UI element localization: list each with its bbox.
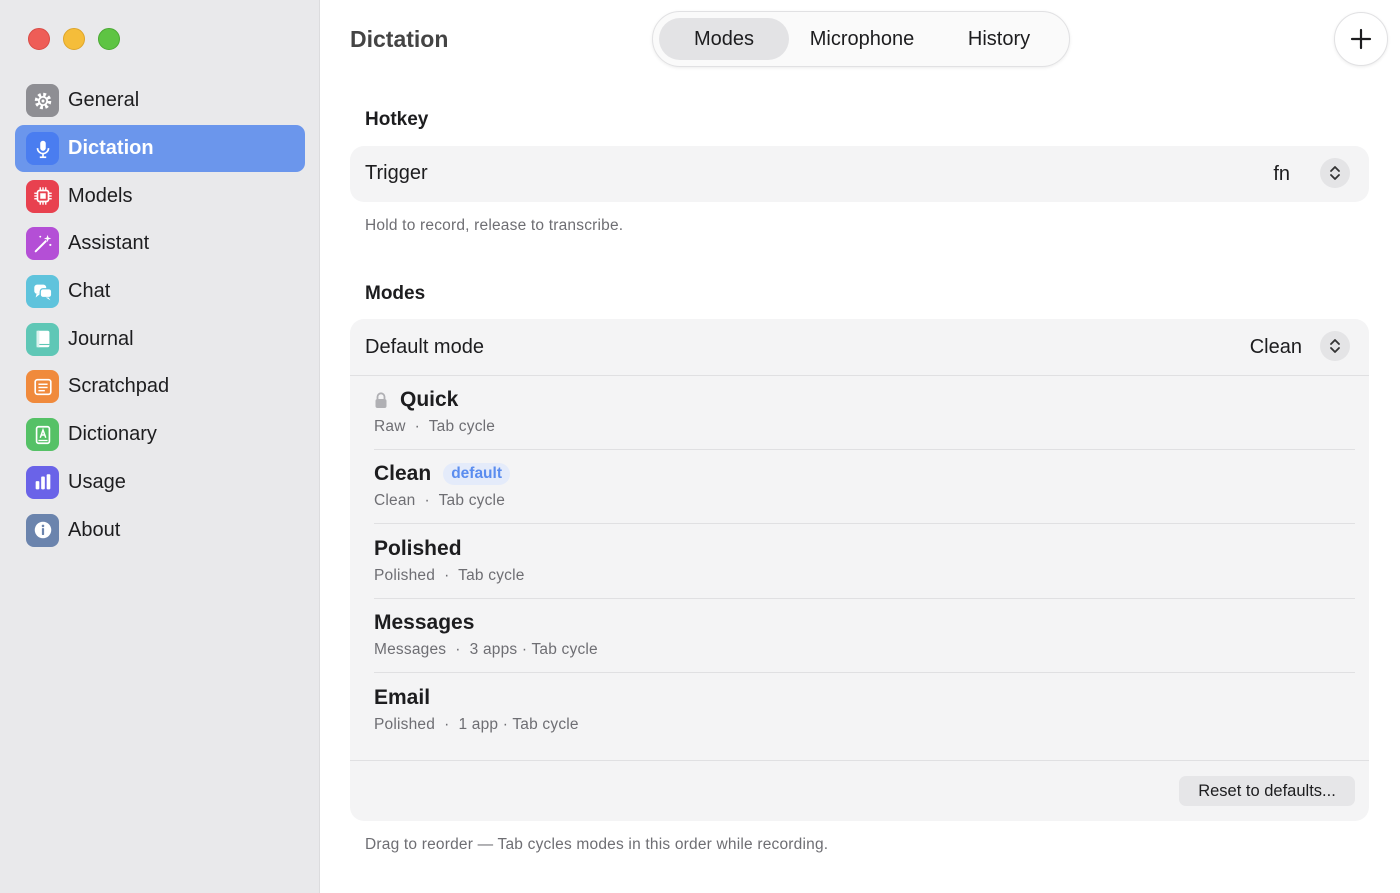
- info-icon: [26, 513, 59, 547]
- microphone-icon: [26, 132, 59, 166]
- sidebar-item-general[interactable]: General: [15, 77, 305, 125]
- mode-name: Messages: [374, 611, 475, 634]
- sidebar-item-scratchpad[interactable]: Scratchpad: [15, 363, 305, 411]
- hotkey-hint: Hold to record, release to transcribe.: [365, 217, 624, 234]
- tab-history[interactable]: History: [935, 18, 1063, 60]
- window-controls: [28, 28, 120, 50]
- modes-card: Default mode Clean Quick Raw · Tab cycle…: [350, 319, 1369, 821]
- notepad-icon: [26, 370, 59, 404]
- sidebar-item-assistant[interactable]: Assistant: [15, 220, 305, 268]
- hotkey-card: Trigger fn: [350, 146, 1369, 202]
- book-icon: [26, 322, 59, 356]
- dictionary-icon: [26, 418, 59, 452]
- trigger-value[interactable]: fn: [1273, 163, 1290, 186]
- mode-name: Clean: [374, 462, 432, 485]
- plus-icon: [1350, 28, 1372, 50]
- add-button[interactable]: [1334, 12, 1388, 66]
- mode-name: Email: [374, 686, 431, 709]
- mode-item-messages[interactable]: Messages Messages · 3 apps · Tab cycle: [374, 611, 1355, 659]
- default-mode-label: Default mode: [365, 336, 484, 358]
- tab-microphone[interactable]: Microphone: [789, 18, 935, 60]
- reset-to-defaults-button[interactable]: Reset to defaults...: [1179, 776, 1355, 806]
- mode-item-clean[interactable]: Clean default Clean · Tab cycle: [374, 462, 1355, 510]
- settings-window: General Dictation Models Assistant Chat …: [0, 0, 1400, 893]
- chip-icon: [26, 179, 59, 213]
- chat-bubbles-icon: [26, 275, 59, 309]
- divider: [350, 760, 1369, 761]
- sidebar: General Dictation Models Assistant Chat …: [0, 0, 320, 893]
- sidebar-item-journal[interactable]: Journal: [15, 315, 305, 363]
- chevron-up-down-icon: [1330, 339, 1340, 353]
- sidebar-item-dictionary[interactable]: Dictionary: [15, 411, 305, 459]
- mode-subtitle: Clean · Tab cycle: [374, 492, 506, 509]
- mode-item-email[interactable]: Email Polished · 1 app · Tab cycle: [374, 686, 1355, 734]
- sidebar-item-label: Assistant: [68, 232, 150, 255]
- sidebar-nav: General Dictation Models Assistant Chat …: [15, 77, 305, 554]
- close-window-button[interactable]: [28, 28, 50, 50]
- divider: [374, 672, 1355, 673]
- mode-subtitle: Raw · Tab cycle: [374, 418, 496, 435]
- tab-modes[interactable]: Modes: [659, 18, 789, 60]
- sidebar-item-label: Dictation: [68, 137, 154, 160]
- magic-wand-icon: [26, 227, 59, 261]
- minimize-window-button[interactable]: [63, 28, 85, 50]
- gear-icon: [26, 84, 59, 118]
- sidebar-item-label: Chat: [68, 280, 111, 303]
- mode-subtitle: Polished · 1 app · Tab cycle: [374, 716, 579, 733]
- sidebar-item-label: Journal: [68, 327, 134, 350]
- modes-section-label: Modes: [365, 283, 426, 304]
- divider: [374, 598, 1355, 599]
- mode-item-polished[interactable]: Polished Polished · Tab cycle: [374, 537, 1355, 585]
- tab-bar: Modes Microphone History: [652, 11, 1070, 67]
- mode-name: Polished: [374, 537, 462, 560]
- trigger-stepper[interactable]: [1320, 158, 1350, 188]
- sidebar-item-label: Dictionary: [68, 423, 157, 446]
- mode-subtitle: Polished · Tab cycle: [374, 567, 525, 584]
- sidebar-item-label: Usage: [68, 470, 126, 493]
- sidebar-item-label: Models: [68, 184, 133, 207]
- sidebar-item-usage[interactable]: Usage: [15, 459, 305, 507]
- sidebar-item-label: Scratchpad: [68, 375, 170, 398]
- mode-name: Quick: [400, 388, 459, 411]
- sidebar-item-dictation[interactable]: Dictation: [15, 124, 305, 173]
- sidebar-item-label: General: [68, 89, 140, 112]
- hotkey-section-label: Hotkey: [365, 109, 429, 130]
- bar-chart-icon: [26, 465, 59, 499]
- divider: [350, 375, 1369, 376]
- sidebar-item-about[interactable]: About: [15, 506, 305, 554]
- default-mode-stepper[interactable]: [1320, 331, 1350, 361]
- sidebar-item-chat[interactable]: Chat: [15, 268, 305, 316]
- mode-subtitle: Messages · 3 apps · Tab cycle: [374, 641, 598, 658]
- chevron-up-down-icon: [1330, 166, 1340, 180]
- mode-item-quick[interactable]: Quick Raw · Tab cycle: [374, 388, 1355, 436]
- default-badge: default: [443, 463, 510, 485]
- modes-footer-hint: Drag to reorder — Tab cycles modes in th…: [365, 836, 829, 853]
- sidebar-item-label: About: [68, 518, 121, 541]
- zoom-window-button[interactable]: [98, 28, 120, 50]
- default-mode-value[interactable]: Clean: [1250, 336, 1302, 359]
- lock-icon: [374, 391, 388, 409]
- divider: [374, 523, 1355, 524]
- sidebar-item-models[interactable]: Models: [15, 172, 305, 220]
- trigger-label: Trigger: [365, 162, 428, 184]
- page-title: Dictation: [350, 26, 449, 52]
- main-content: Dictation Modes Microphone History Hotke…: [320, 0, 1400, 893]
- divider: [374, 449, 1355, 450]
